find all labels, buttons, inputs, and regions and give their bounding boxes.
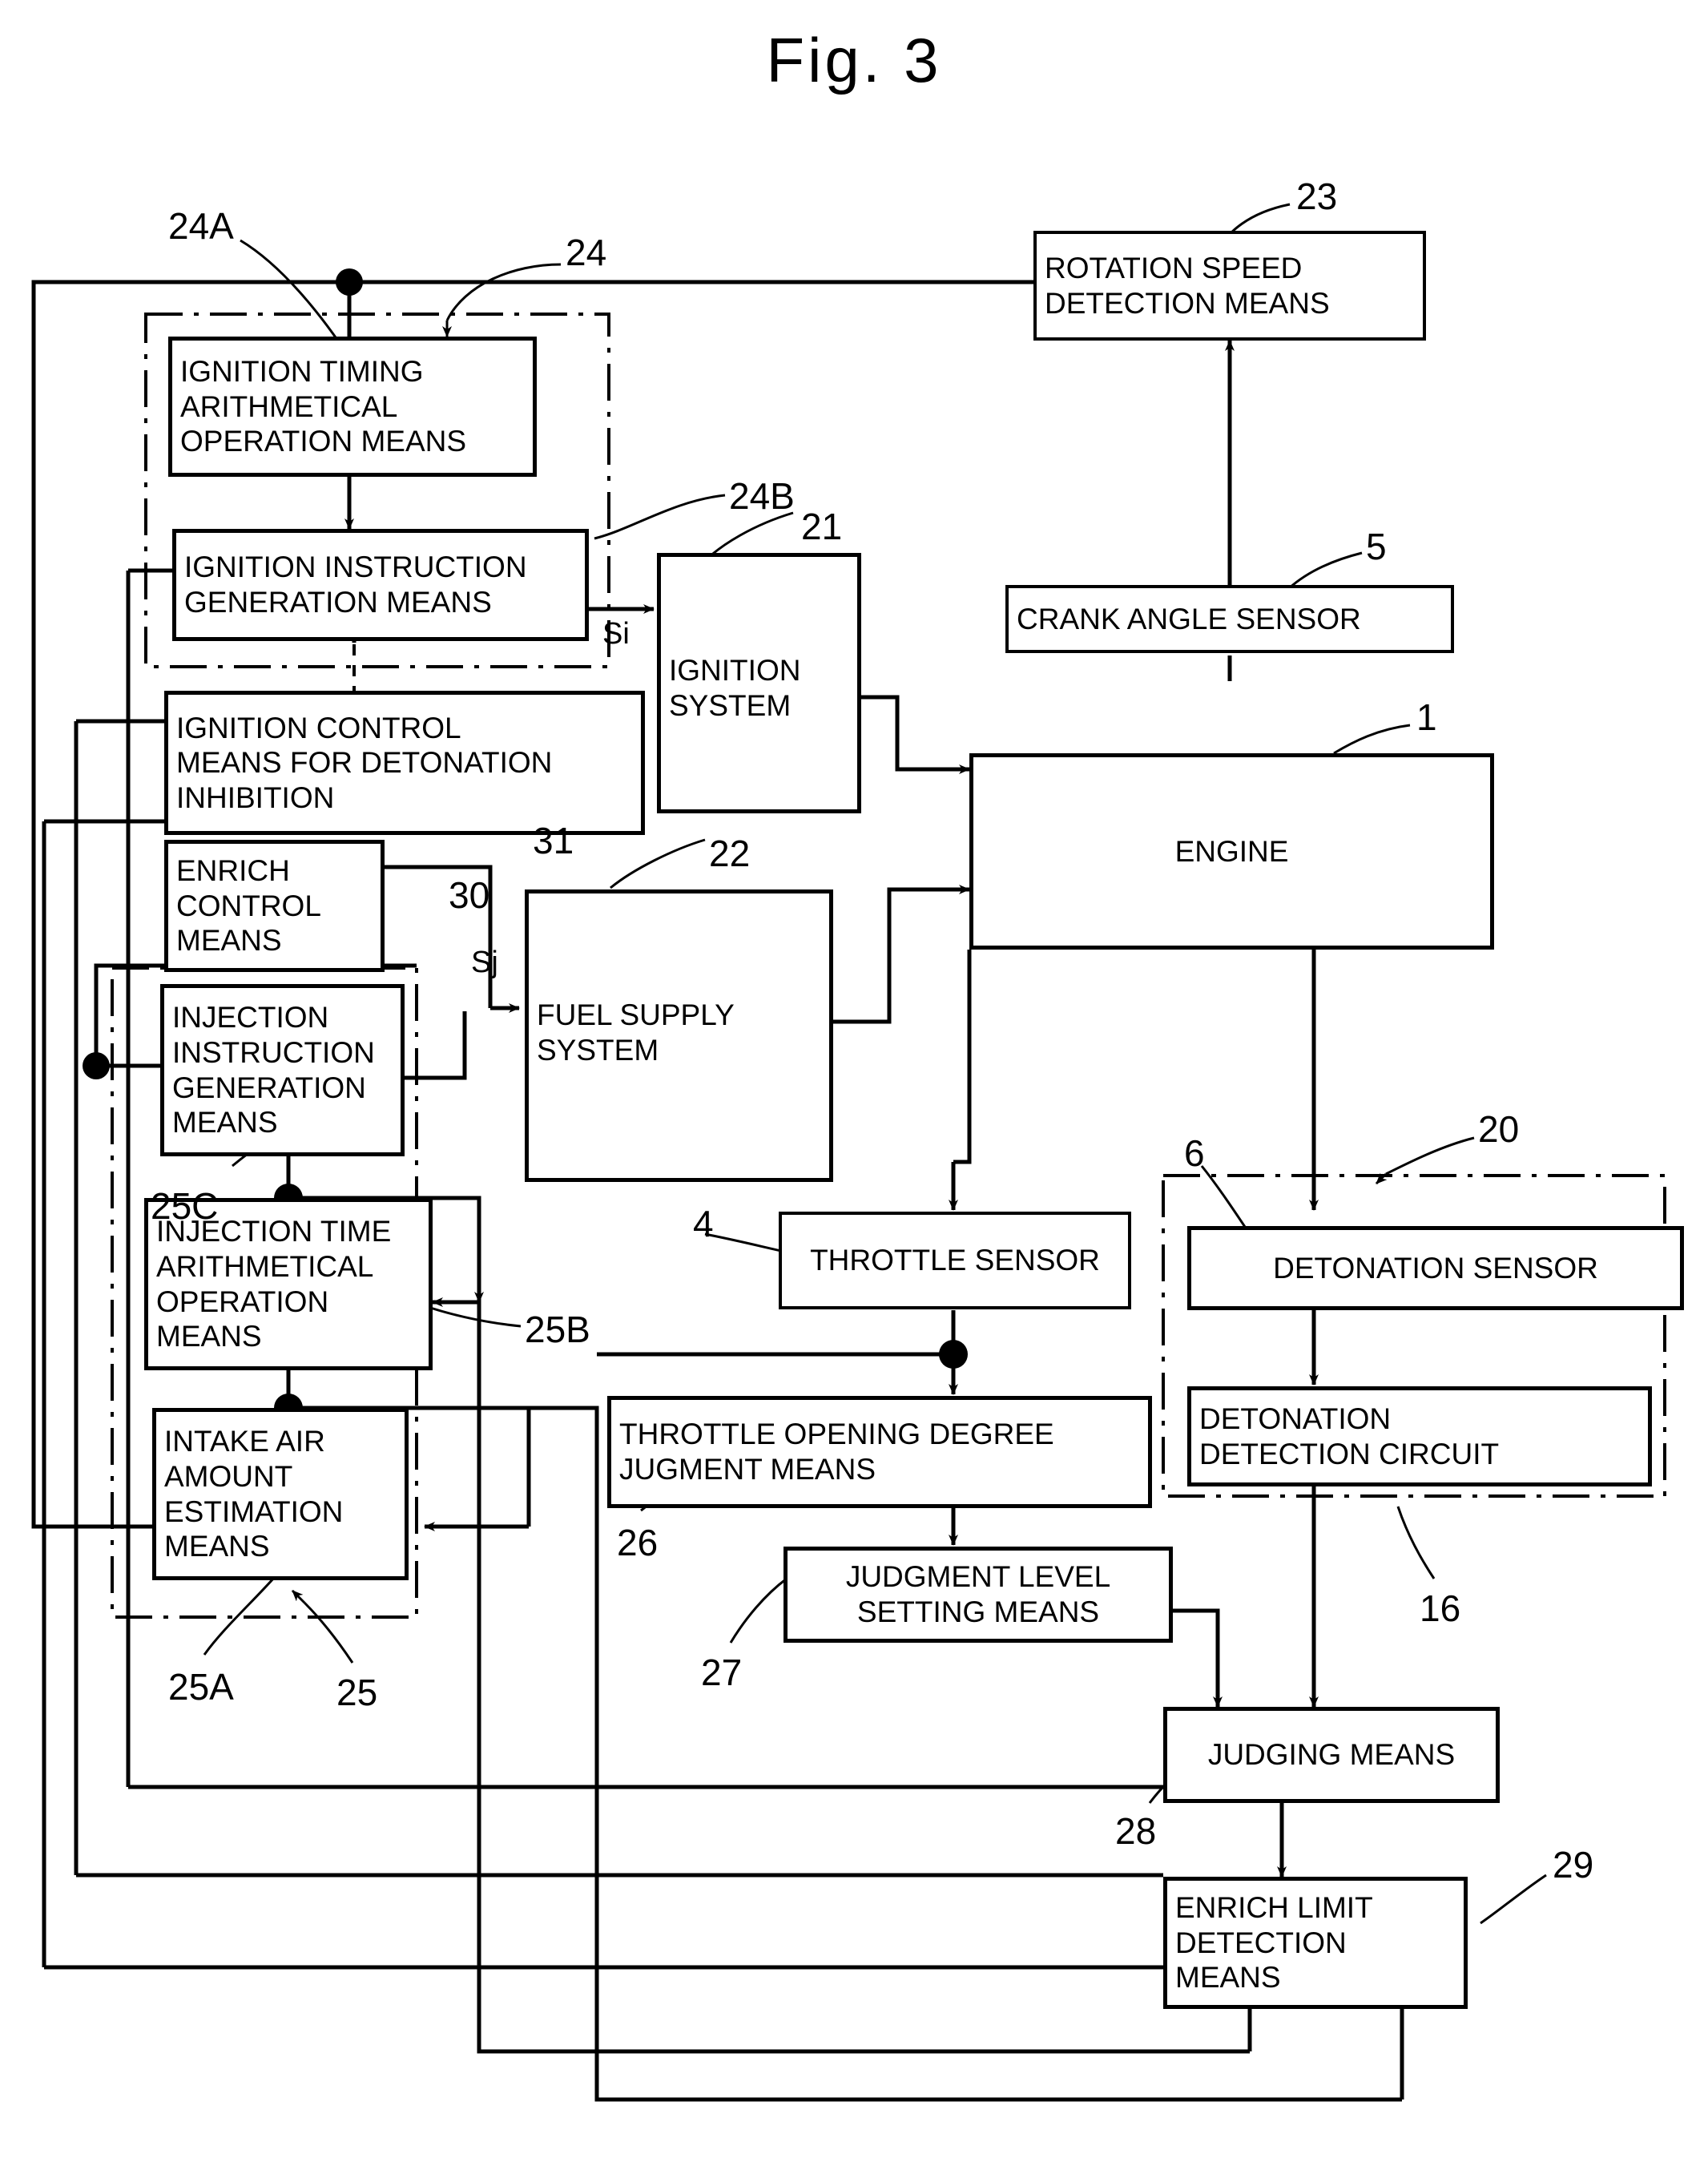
block-fuel-supply-system[interactable]: FUEL SUPPLY SYSTEM xyxy=(525,889,833,1182)
block-injection-instruction-generation-means[interactable]: INJECTION INSTRUCTION GENERATION MEANS xyxy=(160,984,405,1156)
ref-6: 6 xyxy=(1184,1132,1205,1174)
ref-23: 23 xyxy=(1296,175,1338,217)
ref-24: 24 xyxy=(566,232,607,273)
block-intake-air-amount-estimation-means[interactable]: INTAKE AIR AMOUNT ESTIMATION MEANS xyxy=(152,1408,409,1580)
ref-30: 30 xyxy=(449,874,490,916)
ref-25C: 25C xyxy=(151,1185,219,1227)
block-enrich-control-means[interactable]: ENRICH CONTROL MEANS xyxy=(164,840,385,972)
ref-27: 27 xyxy=(701,1652,743,1693)
block-ignition-instruction-generation-means[interactable]: IGNITION INSTRUCTION GENERATION MEANS xyxy=(172,529,589,641)
ref-24B: 24B xyxy=(729,475,795,517)
ref-4: 4 xyxy=(693,1203,714,1244)
block-engine[interactable]: ENGINE xyxy=(969,753,1494,950)
ref-25B: 25B xyxy=(525,1309,590,1350)
block-judgment-level-setting-means[interactable]: JUDGMENT LEVEL SETTING MEANS xyxy=(784,1547,1173,1643)
block-enrich-limit-detection-means[interactable]: ENRICH LIMIT DETECTION MEANS xyxy=(1163,1877,1468,2009)
block-throttle-sensor[interactable]: THROTTLE SENSOR xyxy=(779,1212,1131,1309)
ref-1: 1 xyxy=(1416,696,1437,738)
ref-5: 5 xyxy=(1366,526,1387,567)
block-ignition-system[interactable]: IGNITION SYSTEM xyxy=(657,553,861,813)
block-rotation-speed-detection-means[interactable]: ROTATION SPEED DETECTION MEANS xyxy=(1033,231,1426,341)
ref-24A: 24A xyxy=(168,205,234,247)
block-ignition-timing-arithmetical-operation-means[interactable]: IGNITION TIMING ARITHMETICAL OPERATION M… xyxy=(168,337,537,477)
figure-canvas: Fig. 3 IGNITION TIMING ARITHMETICAL OPER… xyxy=(0,0,1708,2162)
signal-label-si: Si xyxy=(602,617,630,651)
block-judging-means[interactable]: JUDGING MEANS xyxy=(1163,1707,1500,1803)
block-detonation-sensor[interactable]: DETONATION SENSOR xyxy=(1187,1226,1684,1310)
ref-31: 31 xyxy=(533,820,574,861)
ref-25: 25 xyxy=(336,1672,378,1713)
ref-25A: 25A xyxy=(168,1666,234,1708)
ref-16: 16 xyxy=(1420,1587,1461,1629)
block-ignition-control-means-for-detonation-inhibition[interactable]: IGNITION CONTROL MEANS FOR DETONATION IN… xyxy=(164,691,645,835)
ref-22: 22 xyxy=(709,833,751,874)
block-detonation-detection-circuit[interactable]: DETONATION DETECTION CIRCUIT xyxy=(1187,1386,1652,1486)
block-throttle-opening-degree-judgment-means[interactable]: THROTTLE OPENING DEGREE JUGMENT MEANS xyxy=(607,1396,1152,1508)
ref-20: 20 xyxy=(1478,1108,1520,1150)
ref-28: 28 xyxy=(1115,1810,1157,1852)
signal-label-sj: Sj xyxy=(471,946,498,979)
ref-21: 21 xyxy=(801,506,843,547)
ref-26: 26 xyxy=(617,1522,659,1563)
block-crank-angle-sensor[interactable]: CRANK ANGLE SENSOR xyxy=(1005,585,1454,653)
ref-29: 29 xyxy=(1553,1844,1594,1886)
